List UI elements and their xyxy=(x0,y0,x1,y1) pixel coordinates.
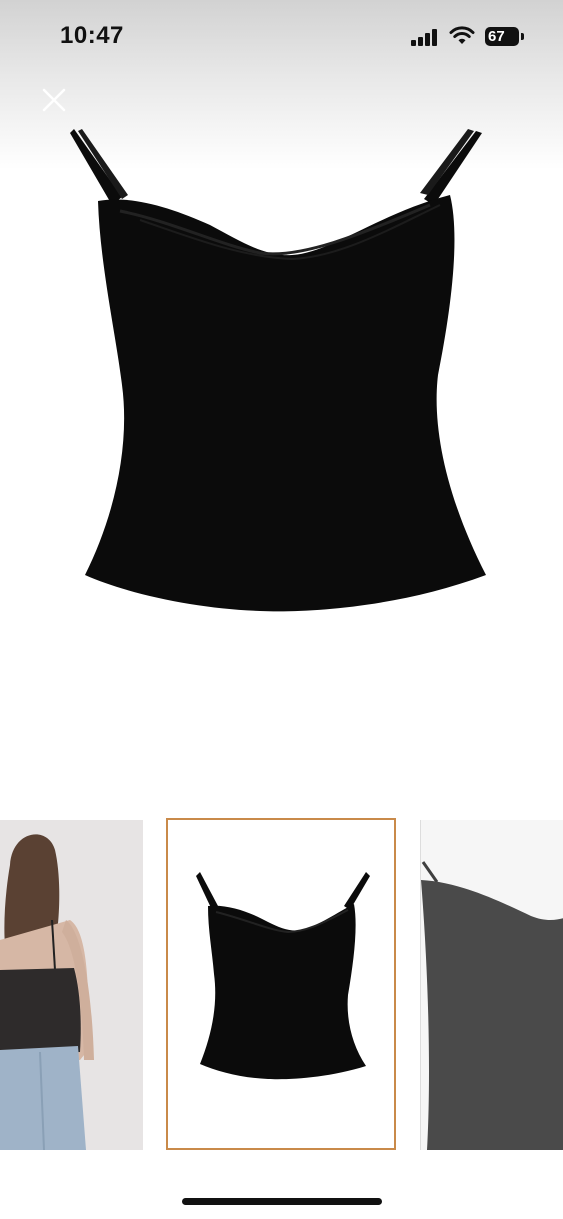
status-time: 10:47 xyxy=(60,22,124,49)
cellular-signal-icon xyxy=(411,28,441,46)
home-indicator xyxy=(182,1198,382,1205)
status-bar: 10:47 67 xyxy=(0,0,563,70)
thumbnail-3[interactable] xyxy=(420,820,563,1150)
battery-tip xyxy=(521,33,524,40)
close-button[interactable] xyxy=(34,80,74,120)
thumbnail-2-selected[interactable] xyxy=(166,818,396,1150)
thumbnail-3-image xyxy=(421,820,563,1150)
thumbnail-1[interactable] xyxy=(0,820,143,1150)
thumbnail-strip xyxy=(0,818,563,1150)
thumbnail-1-image xyxy=(0,820,143,1150)
battery-level: 67 xyxy=(488,28,505,45)
thumbnail-2-image xyxy=(168,820,394,1148)
product-main-image[interactable] xyxy=(60,125,500,625)
wifi-icon xyxy=(449,26,475,44)
battery-icon: 67 xyxy=(485,27,519,46)
close-icon xyxy=(42,88,66,112)
